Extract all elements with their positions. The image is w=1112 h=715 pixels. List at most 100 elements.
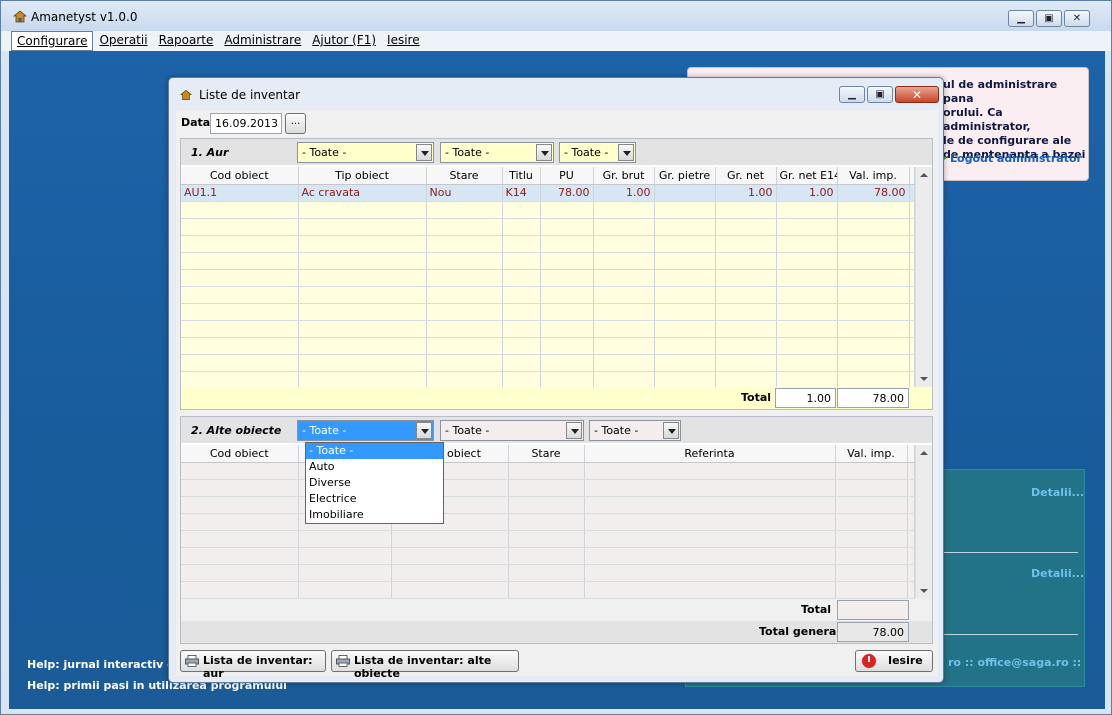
empty-row [181,581,915,599]
table-cell [584,581,836,599]
menu-administrare[interactable]: Administrare [219,31,306,51]
chevron-down-icon[interactable] [416,144,432,161]
admin-line: le de configurare ale [943,134,1072,147]
dropdown-option[interactable]: Imobiliare [306,507,443,523]
close-button[interactable]: ✕ [1064,10,1090,27]
menu-rapoarte[interactable]: Rapoarte [154,31,219,51]
table-cell [298,201,427,219]
col-header[interactable]: Gr. brut [593,167,655,185]
empty-row [181,286,915,304]
col-header[interactable]: Val. imp. [835,445,908,463]
inventory-dialog: Liste de inventar ▁ ▣ ✕ Data 16.09.2013 … [168,77,944,683]
vertical-scrollbar[interactable] [915,445,932,599]
col-header[interactable]: Cod obiect [181,167,299,185]
dialog-minimize-button[interactable]: ▁ [839,86,865,103]
col-header[interactable]: Tip obiect [298,167,427,185]
table-cell: Nou [426,183,503,202]
table-cell [502,201,541,219]
table-cell [181,479,299,497]
menu-ajutor[interactable]: Ajutor (F1) [307,31,381,51]
filter-combo-3[interactable]: - Toate - [589,420,681,441]
table-cell [391,564,509,582]
table-cell [540,320,594,338]
table-cell [837,354,910,372]
col-header[interactable]: Stare [426,167,503,185]
table-cell [298,530,392,548]
table-cell [502,252,541,270]
table-cell [502,303,541,321]
filter-combo-1[interactable]: - Toate - [297,142,434,163]
combo-value: - Toate - [445,424,490,437]
filter-combo-3[interactable]: - Toate - [559,142,636,163]
dropdown-option[interactable]: Electrice [306,491,443,507]
dialog-close-button[interactable]: ✕ [895,86,939,103]
scroll-down-icon[interactable] [920,377,928,381]
date-field[interactable]: 16.09.2013 [210,113,282,134]
col-header[interactable]: Gr. pietre [654,167,716,185]
table-cell [593,337,655,355]
table-cell [593,371,655,389]
print-other-list-button[interactable]: Lista de inventar: alte obiecte [331,650,519,680]
empty-row [181,547,915,565]
dialog-maximize-button[interactable]: ▣ [867,86,893,103]
table-cell [298,547,392,565]
details-link-1[interactable]: Detalii... [1031,486,1084,499]
logout-admin-link[interactable]: Logout administrator [941,152,1082,165]
scroll-down-icon[interactable] [920,589,928,593]
date-picker-button[interactable]: ... [285,113,306,134]
chevron-down-icon[interactable] [536,144,552,161]
dropdown-option[interactable]: Auto [306,459,443,475]
print-gold-list-button[interactable]: Lista de inventar: aur [180,650,326,680]
col-header[interactable]: PU [540,167,594,185]
table-cell [593,269,655,287]
col-header[interactable]: Gr. net E14 [776,167,838,185]
dropdown-option[interactable]: Diverse [306,475,443,491]
col-header[interactable]: Titlu [502,167,541,185]
table-cell [540,218,594,236]
minimize-button[interactable]: ▁ [1008,10,1034,27]
total-val-imp [837,600,909,620]
table-cell [298,320,427,338]
dropdown-option[interactable]: - Toate - [306,443,443,459]
col-header[interactable]: Stare [508,445,585,463]
filter-combo-2[interactable]: - Toate - [440,142,554,163]
maximize-button[interactable]: ▣ [1036,10,1062,27]
col-header[interactable]: Referinta [584,445,836,463]
col-header[interactable]: Cod obiect [181,445,299,463]
menu-operatii[interactable]: Operatii [94,31,152,51]
combo-value: - Toate - [302,424,347,437]
chevron-down-icon[interactable] [416,422,432,439]
app-window: Amanetyst v1.0.0 ▁ ▣ ✕ Configurare Opera… [0,0,1112,715]
chevron-down-icon[interactable] [663,422,679,439]
table-cell [907,479,915,497]
table-cell [907,462,915,480]
table-cell: 78.00 [837,183,910,202]
table-cell [837,252,910,270]
filter-dropdown-list[interactable]: - Toate - Auto Diverse Electrice Imobili… [305,442,444,524]
menu-iesire[interactable]: Iesire [382,31,425,51]
col-header[interactable]: Val. imp. [837,167,910,185]
table-cell [907,581,915,599]
table-cell [540,235,594,253]
col-header[interactable]: Gr. net [715,167,777,185]
menu-configurare[interactable]: Configurare [11,31,94,51]
table-cell [508,564,585,582]
filter-combo-1[interactable]: - Toate - [297,420,434,441]
chevron-down-icon[interactable] [566,422,582,439]
empty-row [181,496,915,514]
window-controls: ▁ ▣ ✕ [1008,10,1090,27]
filter-combo-2[interactable]: - Toate - [440,420,584,441]
table-row[interactable]: AU1.1 Ac cravata Nou K14 78.00 1.00 1.00 1.00 78… [181,183,915,202]
table-cell [502,218,541,236]
exit-button[interactable]: Iesire [855,650,933,672]
details-link-2[interactable]: Detalii... [1031,567,1084,580]
contact-email[interactable]: ro :: office@saga.ro :: [948,656,1081,669]
table-cell [181,581,299,599]
scroll-up-icon[interactable] [920,451,928,455]
vertical-scrollbar[interactable] [915,167,932,387]
table-cell [715,320,777,338]
scroll-up-icon[interactable] [920,173,928,177]
section-header: 1. Aur - Toate - - Toate - - Toate - [181,139,932,165]
chevron-down-icon[interactable] [618,144,634,161]
other-objects-table: Cod obiect p obiect Stare Referinta Val.… [181,445,915,599]
